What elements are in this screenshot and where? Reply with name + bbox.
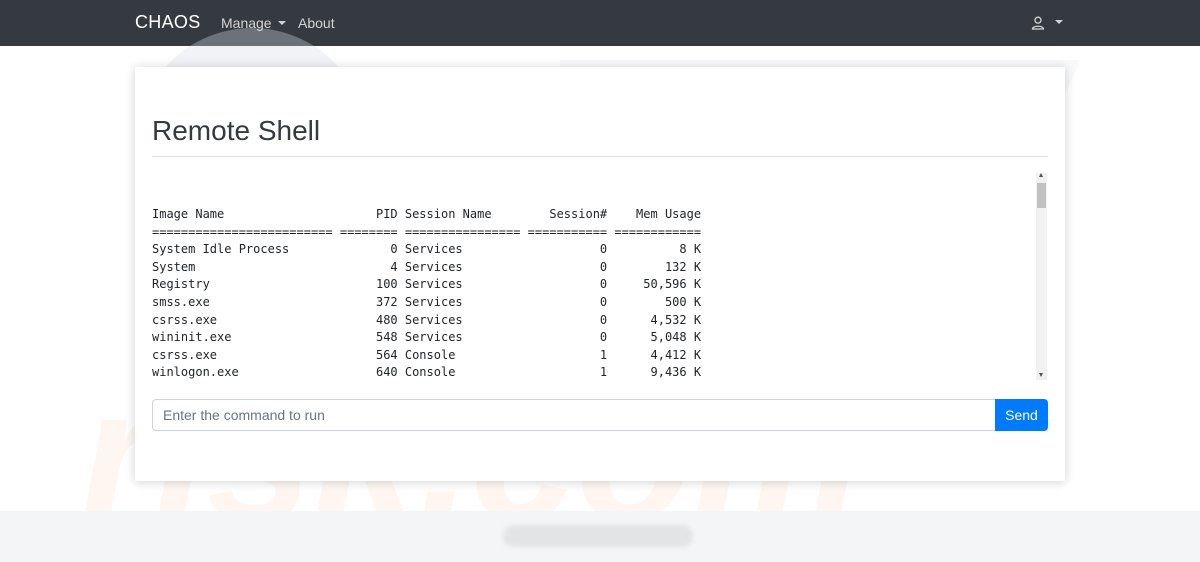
user-icon [1031, 16, 1045, 30]
chevron-down-icon [1055, 20, 1064, 24]
nav-about-link[interactable]: About [298, 15, 335, 31]
title-divider [152, 156, 1048, 157]
footer-blurred-text [503, 525, 693, 547]
shell-output-panel[interactable]: Image Name PID Session Name Session# Mem… [152, 171, 1048, 380]
send-button[interactable]: Send [995, 399, 1048, 431]
user-menu-dropdown[interactable] [1031, 14, 1064, 32]
command-input[interactable] [152, 399, 995, 431]
nav-manage-label: Manage [221, 15, 272, 31]
scrollbar-thumb[interactable] [1037, 183, 1046, 208]
scroll-up-arrow-icon[interactable] [1039, 173, 1043, 177]
top-navbar: CHAOS Manage About [0, 0, 1200, 46]
nav-manage-dropdown[interactable]: Manage [221, 15, 286, 31]
brand-link[interactable]: CHAOS [135, 12, 201, 33]
scroll-down-arrow-icon[interactable] [1039, 373, 1043, 377]
output-scrollbar[interactable] [1036, 173, 1047, 380]
shell-output-text: Image Name PID Session Name Session# Mem… [152, 207, 702, 380]
chevron-down-icon [277, 21, 286, 25]
page-title: Remote Shell [152, 114, 321, 146]
